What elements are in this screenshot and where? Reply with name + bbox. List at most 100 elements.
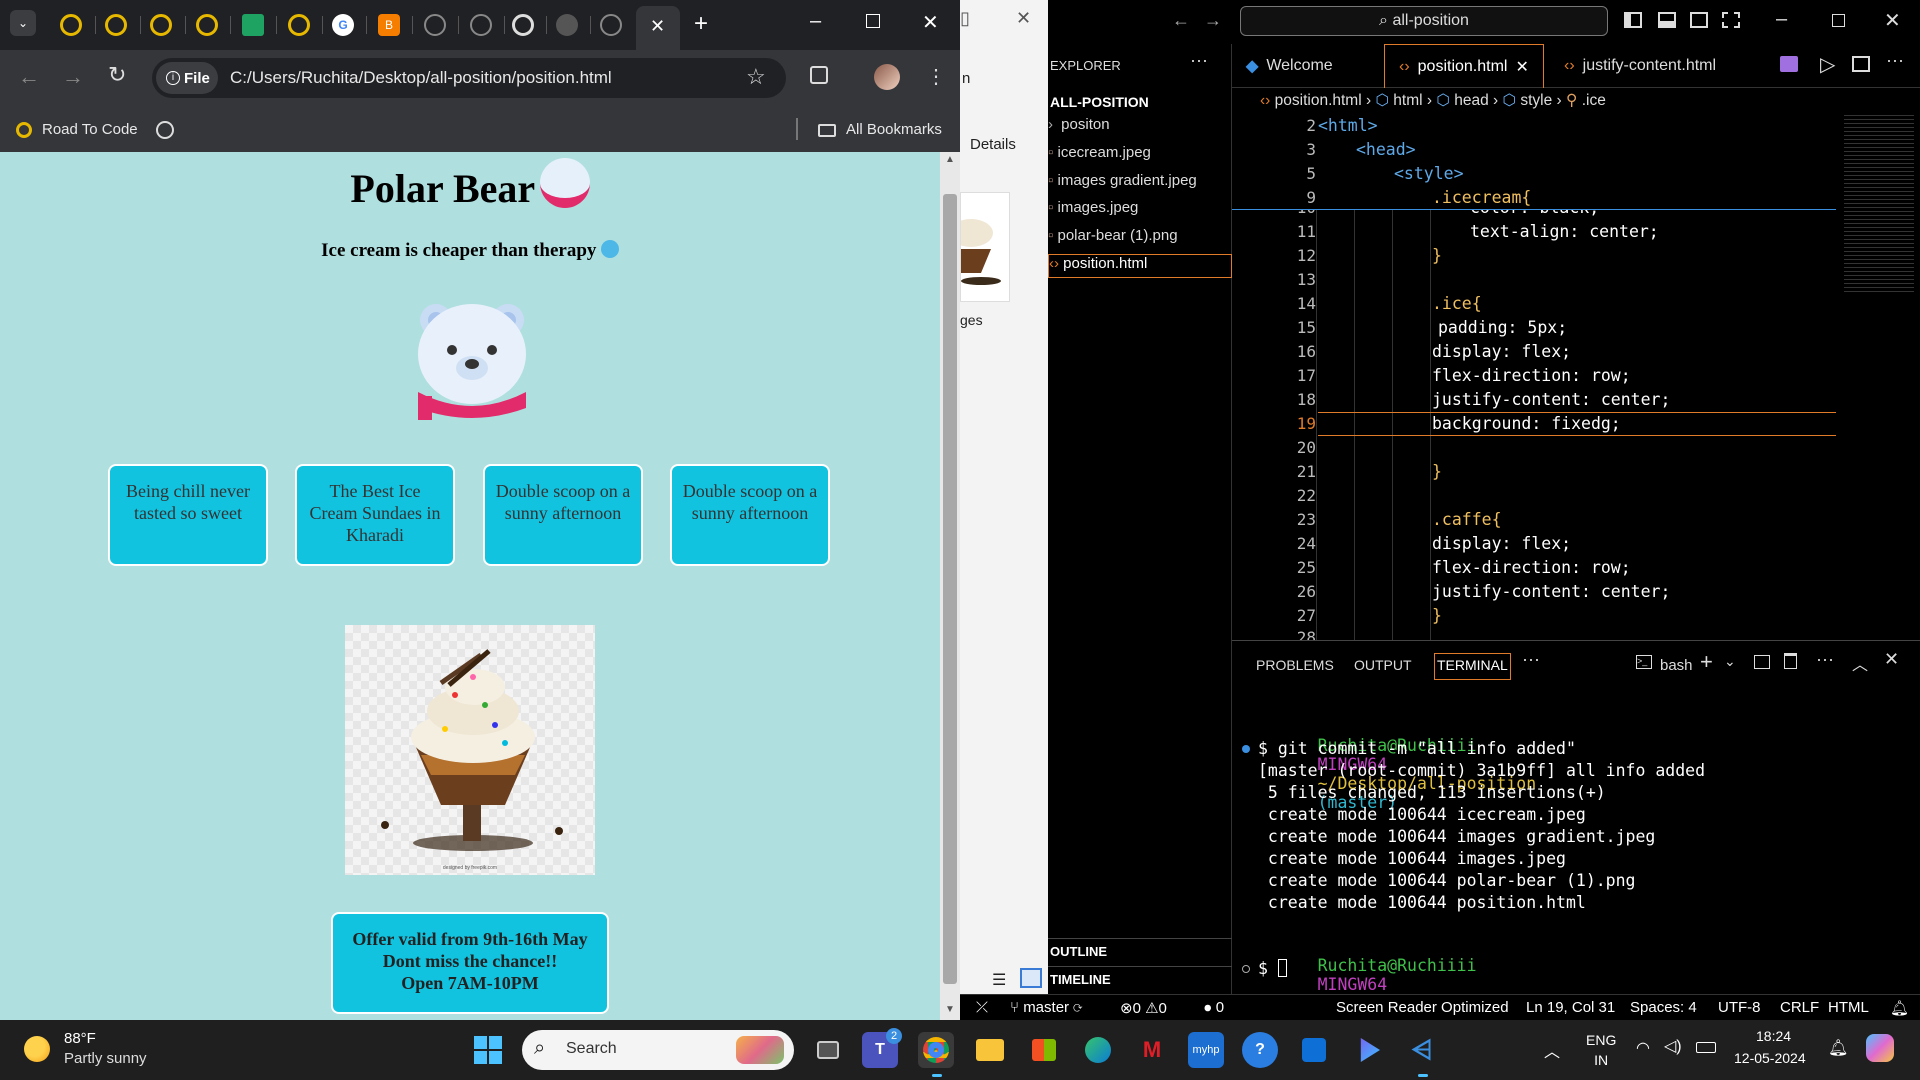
tab-favicon-blogger-icon[interactable]: B <box>378 14 400 36</box>
tab-favicon-hex-icon[interactable] <box>60 14 82 36</box>
indentation[interactable]: Spaces: 4 <box>1630 999 1697 1016</box>
clock-time[interactable]: 18:24 <box>1756 1028 1791 1044</box>
forward-icon[interactable]: → <box>62 64 84 90</box>
vscode-taskbar-icon[interactable]: ⩤ <box>1404 1032 1440 1068</box>
tab-welcome[interactable]: ◆ Welcome <box>1232 44 1384 88</box>
tab-search-button[interactable]: ⌄ <box>10 10 36 36</box>
bell-icon[interactable]: 🔔︎ <box>1890 999 1909 1017</box>
problems-indicator[interactable]: ⊗0 ⚠0 <box>1120 999 1167 1017</box>
tab-favicon-chrome-icon[interactable] <box>512 14 534 36</box>
battery-icon[interactable] <box>1696 1042 1716 1053</box>
chrome-taskbar-icon[interactable] <box>918 1032 954 1068</box>
chevron-down-icon[interactable]: ⌄ <box>1724 653 1736 670</box>
toggle-sidebar-icon[interactable] <box>1624 12 1642 28</box>
file-thumbnail[interactable] <box>949 192 1010 302</box>
weather-widget[interactable]: 88°F Partly sunny <box>20 1028 200 1072</box>
close-tab-icon[interactable]: ✕ <box>650 16 665 37</box>
wifi-icon[interactable]: ◠ <box>1636 1038 1650 1058</box>
screen-reader-mode[interactable]: Screen Reader Optimized <box>1336 999 1509 1016</box>
chrome-menu-icon[interactable]: ⋮ <box>926 64 946 89</box>
edge-icon[interactable] <box>1080 1032 1116 1068</box>
tab-favicon-github-icon[interactable] <box>556 14 578 36</box>
breadcrumb-item[interactable]: .ice <box>1582 92 1606 109</box>
panel-tab-terminal[interactable]: TERMINAL <box>1434 653 1511 680</box>
minimap[interactable] <box>1844 114 1914 292</box>
back-icon[interactable]: ← <box>1172 10 1190 31</box>
taskbar-search[interactable]: ⌕ Search <box>522 1030 794 1070</box>
tab-favicon-hex-icon[interactable] <box>105 14 127 36</box>
maximize-icon[interactable] <box>866 14 880 28</box>
scroll-down-icon[interactable]: ▼ <box>945 1004 955 1015</box>
language-mode[interactable]: HTML <box>1828 999 1869 1016</box>
list-view-icon[interactable]: ☰ <box>992 970 1006 990</box>
back-icon[interactable]: ← <box>18 64 40 90</box>
file-tree-item[interactable]: ▫ images.jpeg <box>1048 199 1232 223</box>
task-view-icon[interactable] <box>810 1032 846 1068</box>
file-explorer-taskbar-icon[interactable] <box>972 1032 1008 1068</box>
run-icon[interactable]: ▷ <box>1820 52 1835 77</box>
store-app-icon[interactable] <box>1296 1032 1332 1068</box>
breadcrumb-item[interactable]: position.html <box>1275 92 1362 109</box>
scroll-up-icon[interactable]: ▲ <box>945 154 955 165</box>
close-window-icon[interactable]: ✕ <box>1884 8 1901 33</box>
road-to-code-icon[interactable] <box>16 122 32 138</box>
media-player-icon[interactable] <box>1350 1032 1386 1068</box>
terminal-shell-label[interactable]: bash <box>1660 657 1693 674</box>
url-text[interactable]: C:/Users/Ruchita/Desktop/all-position/po… <box>230 68 612 88</box>
tab-favicon-globe-icon[interactable] <box>600 14 622 36</box>
panel-tab-problems[interactable]: PROBLEMS <box>1256 657 1334 673</box>
branch-indicator[interactable]: ⑂ master ⟳ <box>1010 999 1082 1016</box>
maximize-icon[interactable] <box>1832 14 1845 27</box>
notification-bell-icon[interactable]: 🔔︎ <box>1828 1038 1848 1058</box>
close-window-icon[interactable]: ✕ <box>922 10 939 35</box>
preview-icon[interactable] <box>1780 56 1798 72</box>
split-editor-icon[interactable] <box>1852 56 1870 72</box>
site-info-chip[interactable]: i File <box>156 62 218 94</box>
clock-date[interactable]: 12-05-2024 <box>1734 1050 1806 1066</box>
outline-section[interactable]: OUTLINE <box>1050 944 1107 959</box>
cursor-position[interactable]: Ln 19, Col 31 <box>1526 999 1615 1016</box>
tab-favicon-hex-icon[interactable] <box>150 14 172 36</box>
tab-favicon-globe-icon[interactable] <box>470 14 492 36</box>
maximize-panel-icon[interactable]: ︿ <box>1852 651 1868 675</box>
breadcrumb-item[interactable]: html <box>1393 92 1422 109</box>
file-tree-item[interactable]: ▫ images gradient.jpeg <box>1048 172 1232 196</box>
explorer-more-icon[interactable]: ··· <box>1190 50 1208 71</box>
panel-more-icon[interactable]: ··· <box>1522 649 1540 670</box>
file-tree-item[interactable]: › positon <box>1048 116 1232 140</box>
all-bookmarks[interactable]: All Bookmarks <box>846 121 942 138</box>
details-button[interactable]: Details <box>970 136 1016 153</box>
minimize-icon[interactable]: – <box>1776 8 1787 31</box>
editor-more-icon[interactable]: ··· <box>1886 50 1904 71</box>
extensions-icon[interactable] <box>810 66 828 84</box>
profile-avatar[interactable] <box>874 64 900 90</box>
get-help-icon[interactable]: ? <box>1242 1032 1278 1068</box>
tile-view-icon[interactable] <box>1020 968 1042 988</box>
code-editor[interactable]: 2 <html> 3 <head> 5 <style> 9 .icecream{… <box>1232 114 1920 640</box>
new-terminal-icon[interactable]: + <box>1700 649 1713 675</box>
bookmark-road-to-code[interactable]: Road To Code <box>42 121 138 138</box>
toggle-secondary-sidebar-icon[interactable] <box>1690 12 1708 28</box>
bookmark-star-icon[interactable]: ☆ <box>746 64 766 90</box>
minimize-icon[interactable]: ▯ <box>960 8 970 29</box>
breadcrumb-item[interactable]: head <box>1454 92 1488 109</box>
store-icon[interactable] <box>1026 1032 1062 1068</box>
page-scrollbar[interactable]: ▲ ▼ <box>940 152 960 1020</box>
file-tree-item[interactable]: ▫ icecream.jpeg <box>1048 144 1232 168</box>
customize-layout-icon[interactable] <box>1722 12 1740 28</box>
globe-bookmark-icon[interactable] <box>156 121 174 139</box>
ports-indicator[interactable]: ⦁ 0 <box>1204 999 1224 1016</box>
panel-tab-output[interactable]: OUTPUT <box>1354 657 1412 673</box>
tab-favicon-google-icon[interactable]: G <box>332 14 354 36</box>
line-ending[interactable]: CRLF <box>1780 999 1819 1016</box>
panel-more-icon[interactable]: ··· <box>1816 649 1834 670</box>
mcafee-icon[interactable]: M <box>1134 1032 1170 1068</box>
scroll-thumb[interactable] <box>943 194 957 984</box>
tab-favicon-hex-icon[interactable] <box>196 14 218 36</box>
start-button[interactable] <box>470 1032 506 1068</box>
folder-root[interactable]: ALL-POSITION <box>1050 94 1149 110</box>
reload-icon[interactable]: ↻ <box>108 62 126 88</box>
command-center-search[interactable]: ⌕ all-position <box>1240 6 1608 36</box>
forward-icon[interactable]: → <box>1204 10 1222 31</box>
breadcrumb-item[interactable]: style <box>1520 92 1552 109</box>
